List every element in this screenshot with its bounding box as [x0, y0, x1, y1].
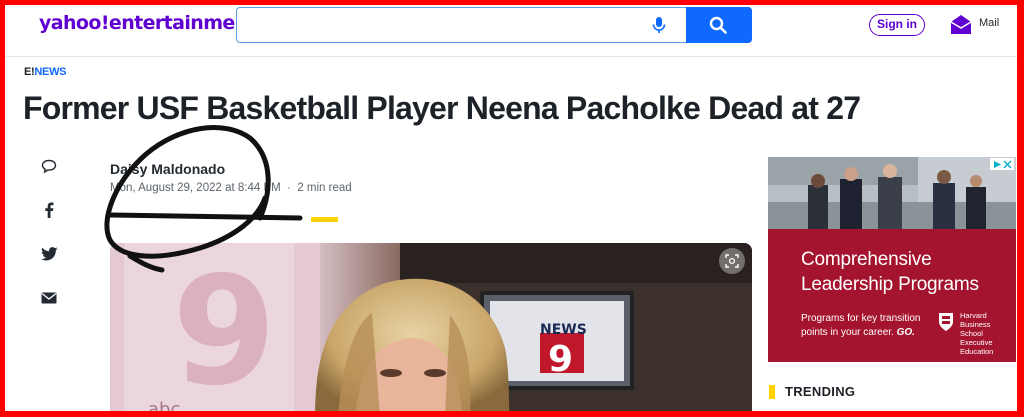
comment-icon — [41, 159, 57, 173]
abc-logo-text: abc — [148, 399, 180, 417]
adchoices-icon — [993, 160, 1001, 168]
ad-body-line-1: Programs for key transition — [801, 313, 921, 324]
meta-separator: · — [287, 182, 291, 194]
mail-label[interactable]: Mail — [979, 17, 999, 29]
source-prefix: E! — [24, 66, 35, 78]
publish-date: Mon, August 29, 2022 at 8:44 PM — [110, 182, 281, 194]
ad-brand-line-3: School — [960, 329, 983, 338]
svg-text:9: 9 — [172, 245, 276, 417]
microphone-icon[interactable] — [649, 15, 669, 35]
facebook-icon — [45, 202, 54, 218]
site-header: yahoo!entertainment Sign in Mail — [0, 0, 1024, 57]
share-facebook-button[interactable] — [38, 199, 60, 221]
search-input[interactable] — [243, 14, 627, 38]
search-button[interactable] — [686, 7, 752, 43]
article-meta: Mon, August 29, 2022 at 8:44 PM · 2 min … — [110, 182, 352, 194]
share-comment-button[interactable] — [38, 155, 60, 177]
mail-icon[interactable] — [949, 13, 973, 37]
ad-brand-line-5: Education — [960, 347, 994, 356]
search-icon — [709, 16, 727, 34]
source-name: NEWS — [34, 66, 67, 78]
harvard-crest-icon — [939, 313, 953, 331]
article-title: Former USF Basketball Player Neena Pacho… — [23, 90, 861, 126]
search-bar — [236, 7, 752, 43]
ad-headline: Comprehensive Leadership Programs — [801, 247, 979, 297]
advertisement[interactable]: Comprehensive Leadership Programs Progra… — [768, 157, 1016, 362]
ad-body-line-2: points in your career. — [801, 327, 894, 338]
sign-in-button[interactable]: Sign in — [869, 14, 925, 36]
accent-bar — [311, 217, 338, 222]
ad-body: Comprehensive Leadership Programs Progra… — [768, 229, 1016, 362]
read-time: 2 min read — [297, 182, 352, 194]
ad-brand-line-2: Business — [960, 320, 991, 329]
ad-headline-line-2: Leadership Programs — [801, 274, 979, 295]
image-expand-button[interactable] — [719, 248, 745, 274]
trending-heading: TRENDING — [769, 384, 855, 399]
share-email-button[interactable] — [38, 287, 60, 309]
author-name[interactable]: Daisy Maldonado — [110, 161, 225, 177]
article-hero-image[interactable]: 9 NEWS 9 abc — [110, 243, 752, 417]
tv-channel-number: 9 — [548, 339, 573, 380]
ad-brand-line-1: Harvard — [960, 311, 987, 320]
share-twitter-button[interactable] — [38, 243, 60, 265]
twitter-icon — [40, 247, 58, 261]
adchoices-badge[interactable] — [990, 158, 1014, 170]
close-icon — [1003, 160, 1011, 168]
ad-brand: Harvard Business School Executive Educat… — [960, 311, 993, 356]
yahoo-entertainment-logo[interactable]: yahoo!entertainment — [39, 12, 257, 34]
news-anchor-photo: 9 NEWS 9 abc — [110, 243, 752, 417]
trending-label: TRENDING — [785, 384, 856, 399]
ad-cta: GO. — [896, 327, 915, 338]
ad-headline-line-1: Comprehensive — [801, 249, 932, 270]
ad-body-text: Programs for key transition points in yo… — [801, 312, 921, 340]
tv-news-logo-text: NEWS — [540, 322, 587, 338]
expand-icon — [725, 254, 739, 268]
mail-icon — [41, 292, 57, 304]
ad-photo — [768, 157, 1016, 229]
source-badge[interactable]: E!NEWS — [24, 66, 67, 78]
ad-brand-line-4: Executive — [960, 338, 993, 347]
